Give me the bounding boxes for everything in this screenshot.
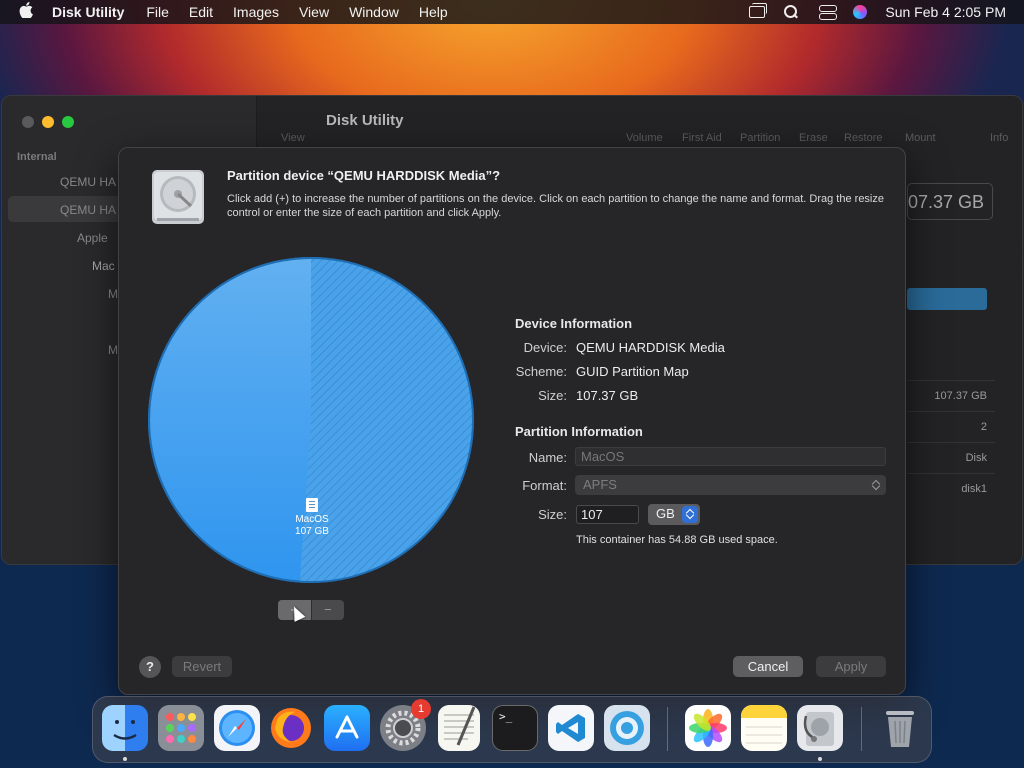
terminal-icon[interactable]: >_ [492, 705, 538, 751]
close-button[interactable] [22, 116, 34, 128]
disk-image-icon[interactable] [604, 705, 650, 751]
menu-clock[interactable]: Sun Feb 4 2:05 PM [885, 4, 1006, 20]
photos-icon[interactable] [685, 705, 731, 751]
toolbar-erase[interactable]: Erase [799, 132, 828, 144]
info-cell-type: Disk [907, 442, 995, 472]
safari-icon[interactable] [214, 705, 260, 751]
partition-name-label: MacOS [295, 514, 329, 525]
menu-help[interactable]: Help [419, 4, 448, 20]
used-space-note: This container has 54.88 GB used space. [576, 534, 778, 546]
revert-button[interactable]: Revert [172, 656, 232, 677]
name-label: Name: [528, 450, 567, 465]
finder-icon[interactable] [102, 705, 148, 751]
toolbar-view[interactable]: View [281, 132, 305, 144]
window-title: Disk Utility [326, 112, 404, 129]
app-menu-disk-utility[interactable]: Disk Utility [52, 4, 124, 20]
format-select-value: APFS [583, 477, 617, 492]
info-cell-capacity: 107.37 GB [907, 380, 995, 410]
chevron-updown-icon [682, 506, 698, 523]
dock-divider-trash [861, 707, 862, 751]
sidebar-item-volume[interactable]: Mac [92, 259, 115, 273]
toolbar-mount[interactable]: Mount [905, 132, 936, 144]
sidebar-item-subvolume-2[interactable]: M [108, 343, 118, 357]
control-center-icon[interactable] [819, 5, 838, 20]
device-size-value: 107.37 GB [576, 388, 639, 403]
menu-extras: Sun Feb 4 2:05 PM [749, 0, 1006, 24]
menu-bar: Disk Utility File Edit Images View Windo… [0, 0, 1024, 24]
partition-size-label: 107 GB [295, 526, 329, 537]
menu-view[interactable]: View [299, 4, 329, 20]
window-controls [22, 116, 74, 128]
app-store-icon[interactable] [324, 705, 370, 751]
size-label: Size: [538, 507, 567, 522]
partition-label[interactable]: MacOS 107 GB [285, 498, 339, 538]
notes-icon[interactable] [741, 705, 787, 751]
window-switch-icon[interactable] [749, 3, 768, 18]
format-select[interactable]: APFS [575, 475, 886, 495]
sheet-title: Partition device “QEMU HARDDISK Media”? [227, 168, 501, 183]
notification-badge: 1 [411, 699, 431, 719]
device-label: Device: [523, 340, 567, 355]
apple-menu-icon[interactable] [0, 2, 52, 22]
device-info-heading: Device Information [515, 316, 633, 331]
usage-bar [907, 288, 987, 310]
format-label: Format: [522, 478, 567, 493]
partition-size-field[interactable]: 107 [576, 505, 639, 524]
menu-file[interactable]: File [146, 4, 169, 20]
cancel-button[interactable]: Cancel [733, 656, 803, 677]
firefox-icon[interactable] [268, 705, 314, 751]
add-remove-control: + − [278, 600, 344, 620]
launchpad-icon[interactable] [158, 705, 204, 751]
sidebar-section-internal: Internal [17, 151, 57, 163]
terminal-prompt-text: >_ [499, 710, 513, 723]
device-value: QEMU HARDDISK Media [576, 340, 725, 355]
sidebar-item-container[interactable]: Apple [77, 231, 108, 245]
menu-window[interactable]: Window [349, 4, 399, 20]
apply-button[interactable]: Apply [816, 656, 886, 677]
dock-divider [667, 707, 668, 751]
sheet-description: Click add (+) to increase the number of … [227, 193, 884, 219]
search-icon[interactable] [783, 5, 801, 19]
menu-images[interactable]: Images [233, 4, 279, 20]
info-cell-device: disk1 [907, 473, 995, 503]
minimize-button[interactable] [42, 116, 54, 128]
disk-utility-icon[interactable] [797, 705, 843, 751]
chevron-updown-icon [872, 478, 880, 491]
finder-running-dot [123, 757, 127, 761]
info-cell-child-count: 2 [907, 411, 995, 441]
toolbar-partition[interactable]: Partition [740, 132, 780, 144]
hard-disk-icon [149, 168, 207, 226]
vscode-icon[interactable] [548, 705, 594, 751]
toolbar-volume[interactable]: Volume [626, 132, 663, 144]
device-size-label: Size: [538, 388, 567, 403]
toolbar-restore[interactable]: Restore [844, 132, 883, 144]
capacity-display: 07.37 GB [907, 183, 993, 220]
scheme-label: Scheme: [515, 364, 567, 379]
size-unit-select[interactable]: GB [648, 504, 700, 525]
help-button[interactable]: ? [139, 656, 161, 678]
size-unit-value: GB [656, 506, 675, 521]
siri-icon[interactable] [853, 5, 868, 19]
textedit-icon[interactable] [438, 705, 480, 751]
partition-info-heading: Partition Information [515, 424, 643, 439]
zoom-button[interactable] [62, 116, 74, 128]
remove-partition-button[interactable]: − [312, 600, 345, 620]
disk-utility-running-dot [818, 757, 822, 761]
toolbar-first-aid[interactable]: First Aid [682, 132, 722, 144]
scheme-value: GUID Partition Map [576, 364, 689, 379]
volume-icon [306, 498, 318, 512]
partition-name-field[interactable]: MacOS [575, 447, 886, 466]
trash-icon[interactable] [877, 705, 923, 751]
sidebar-item-disk-selected[interactable]: QEMU HA [60, 203, 116, 217]
sidebar-item-subvolume[interactable]: M [108, 287, 118, 301]
toolbar-info[interactable]: Info [990, 132, 1008, 144]
menu-edit[interactable]: Edit [189, 4, 213, 20]
partition-sheet: Partition device “QEMU HARDDISK Media”? … [118, 147, 906, 695]
sidebar-item-disk[interactable]: QEMU HA [60, 175, 116, 189]
dock: 1 >_ [92, 696, 932, 763]
